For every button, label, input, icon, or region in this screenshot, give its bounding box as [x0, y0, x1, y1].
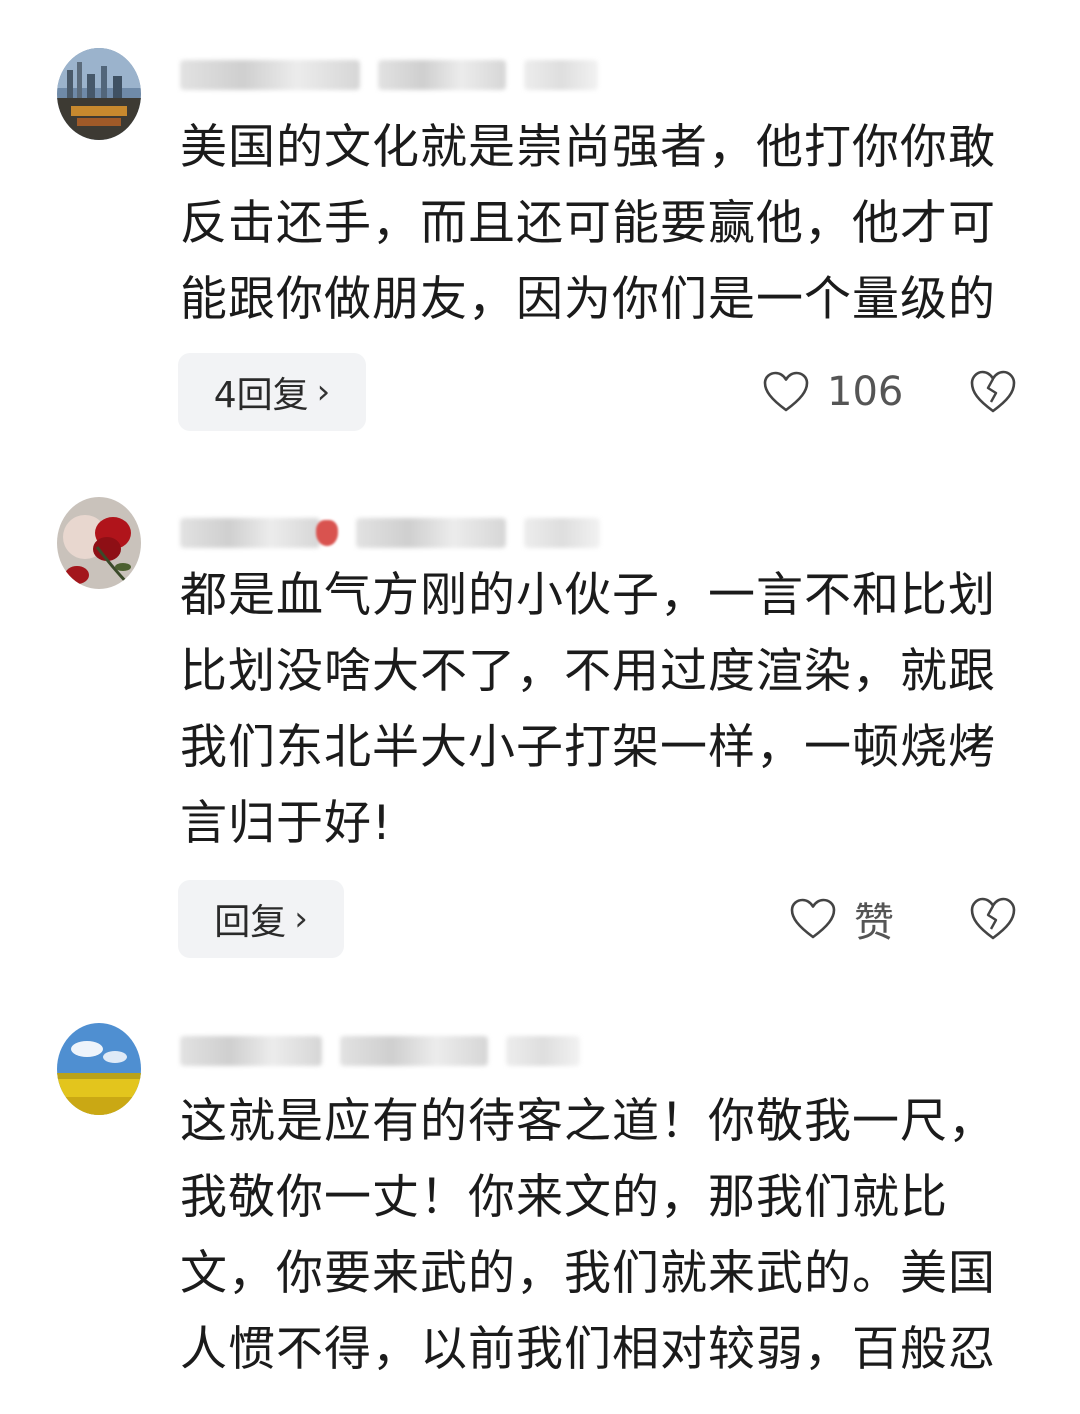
avatar[interactable]	[57, 48, 141, 140]
reply-button[interactable]: 回复 ›	[178, 880, 344, 958]
heart-outline-icon	[763, 371, 809, 412]
redacted-timestamp	[356, 518, 506, 548]
reply-label: 4回复	[213, 375, 309, 416]
redacted-username	[180, 1036, 322, 1066]
reply-button[interactable]: 4回复 ›	[178, 353, 366, 431]
comment-line: 我们东北半大小子打架一样，一顿烧烤	[180, 720, 996, 775]
redacted-timestamp	[340, 1036, 488, 1066]
comment-text: 这就是应有的待客之道！你敬我一尺， 我敬你一丈！你来文的，那我们就比 文，你要来…	[180, 1084, 1010, 1388]
dislike-button[interactable]	[970, 369, 1016, 415]
like-count: 106	[827, 369, 904, 415]
redacted-location	[506, 1036, 580, 1066]
broken-heart-icon	[970, 897, 1016, 940]
rose-emoji-icon	[316, 520, 338, 546]
redacted-location	[524, 60, 598, 90]
user-meta-redacted	[180, 510, 600, 556]
like-button[interactable]: 106	[763, 353, 903, 431]
comment-line: 文，你要来武的，我们就来武的。美国	[180, 1246, 996, 1301]
dislike-button[interactable]	[970, 896, 1016, 942]
comment-line: 人惯不得，以前我们相对较弱，百般忍	[180, 1322, 996, 1377]
broken-heart-icon	[970, 370, 1016, 413]
comment-line: 我敬你一丈！你来文的，那我们就比	[180, 1170, 948, 1225]
chevron-right-icon: ›	[316, 372, 331, 412]
comment-line: 都是血气方刚的小伙子，一言不和比划	[180, 568, 996, 623]
avatar-flower-field-image	[57, 1023, 141, 1115]
avatar[interactable]	[57, 1023, 141, 1115]
like-label: 赞	[854, 900, 894, 946]
comment-line: 反击还手，而且还可能要赢他，他才可	[180, 196, 996, 251]
heart-outline-icon	[790, 898, 836, 939]
redacted-location	[524, 518, 600, 548]
user-meta-redacted	[180, 52, 598, 98]
comment-line: 能跟你做朋友，因为你们是一个量级的	[180, 272, 996, 327]
comment-line: 比划没啥大不了，不用过度渲染，就跟	[180, 644, 996, 699]
redacted-timestamp	[378, 60, 506, 90]
user-meta-redacted	[180, 1028, 580, 1074]
like-button[interactable]: 赞	[790, 880, 894, 958]
avatar-rose-image	[57, 497, 141, 589]
redacted-username	[180, 518, 320, 548]
comment-line: 美国的文化就是崇尚强者，他打你你敢	[180, 120, 996, 175]
avatar-cityscape-image	[57, 48, 141, 140]
reply-label: 回复	[214, 902, 287, 943]
comment-line: 这就是应有的待客之道！你敬我一尺，	[180, 1094, 996, 1149]
comment-text: 美国的文化就是崇尚强者，他打你你敢 反击还手，而且还可能要赢他，他才可 能跟你做…	[180, 110, 1010, 338]
chevron-right-icon: ›	[294, 899, 308, 939]
redacted-username	[180, 60, 360, 90]
comment-line: 言归于好!	[180, 796, 392, 851]
comment-text: 都是血气方刚的小伙子，一言不和比划 比划没啥大不了，不用过度渲染，就跟 我们东北…	[180, 558, 1010, 862]
avatar[interactable]	[57, 497, 141, 589]
